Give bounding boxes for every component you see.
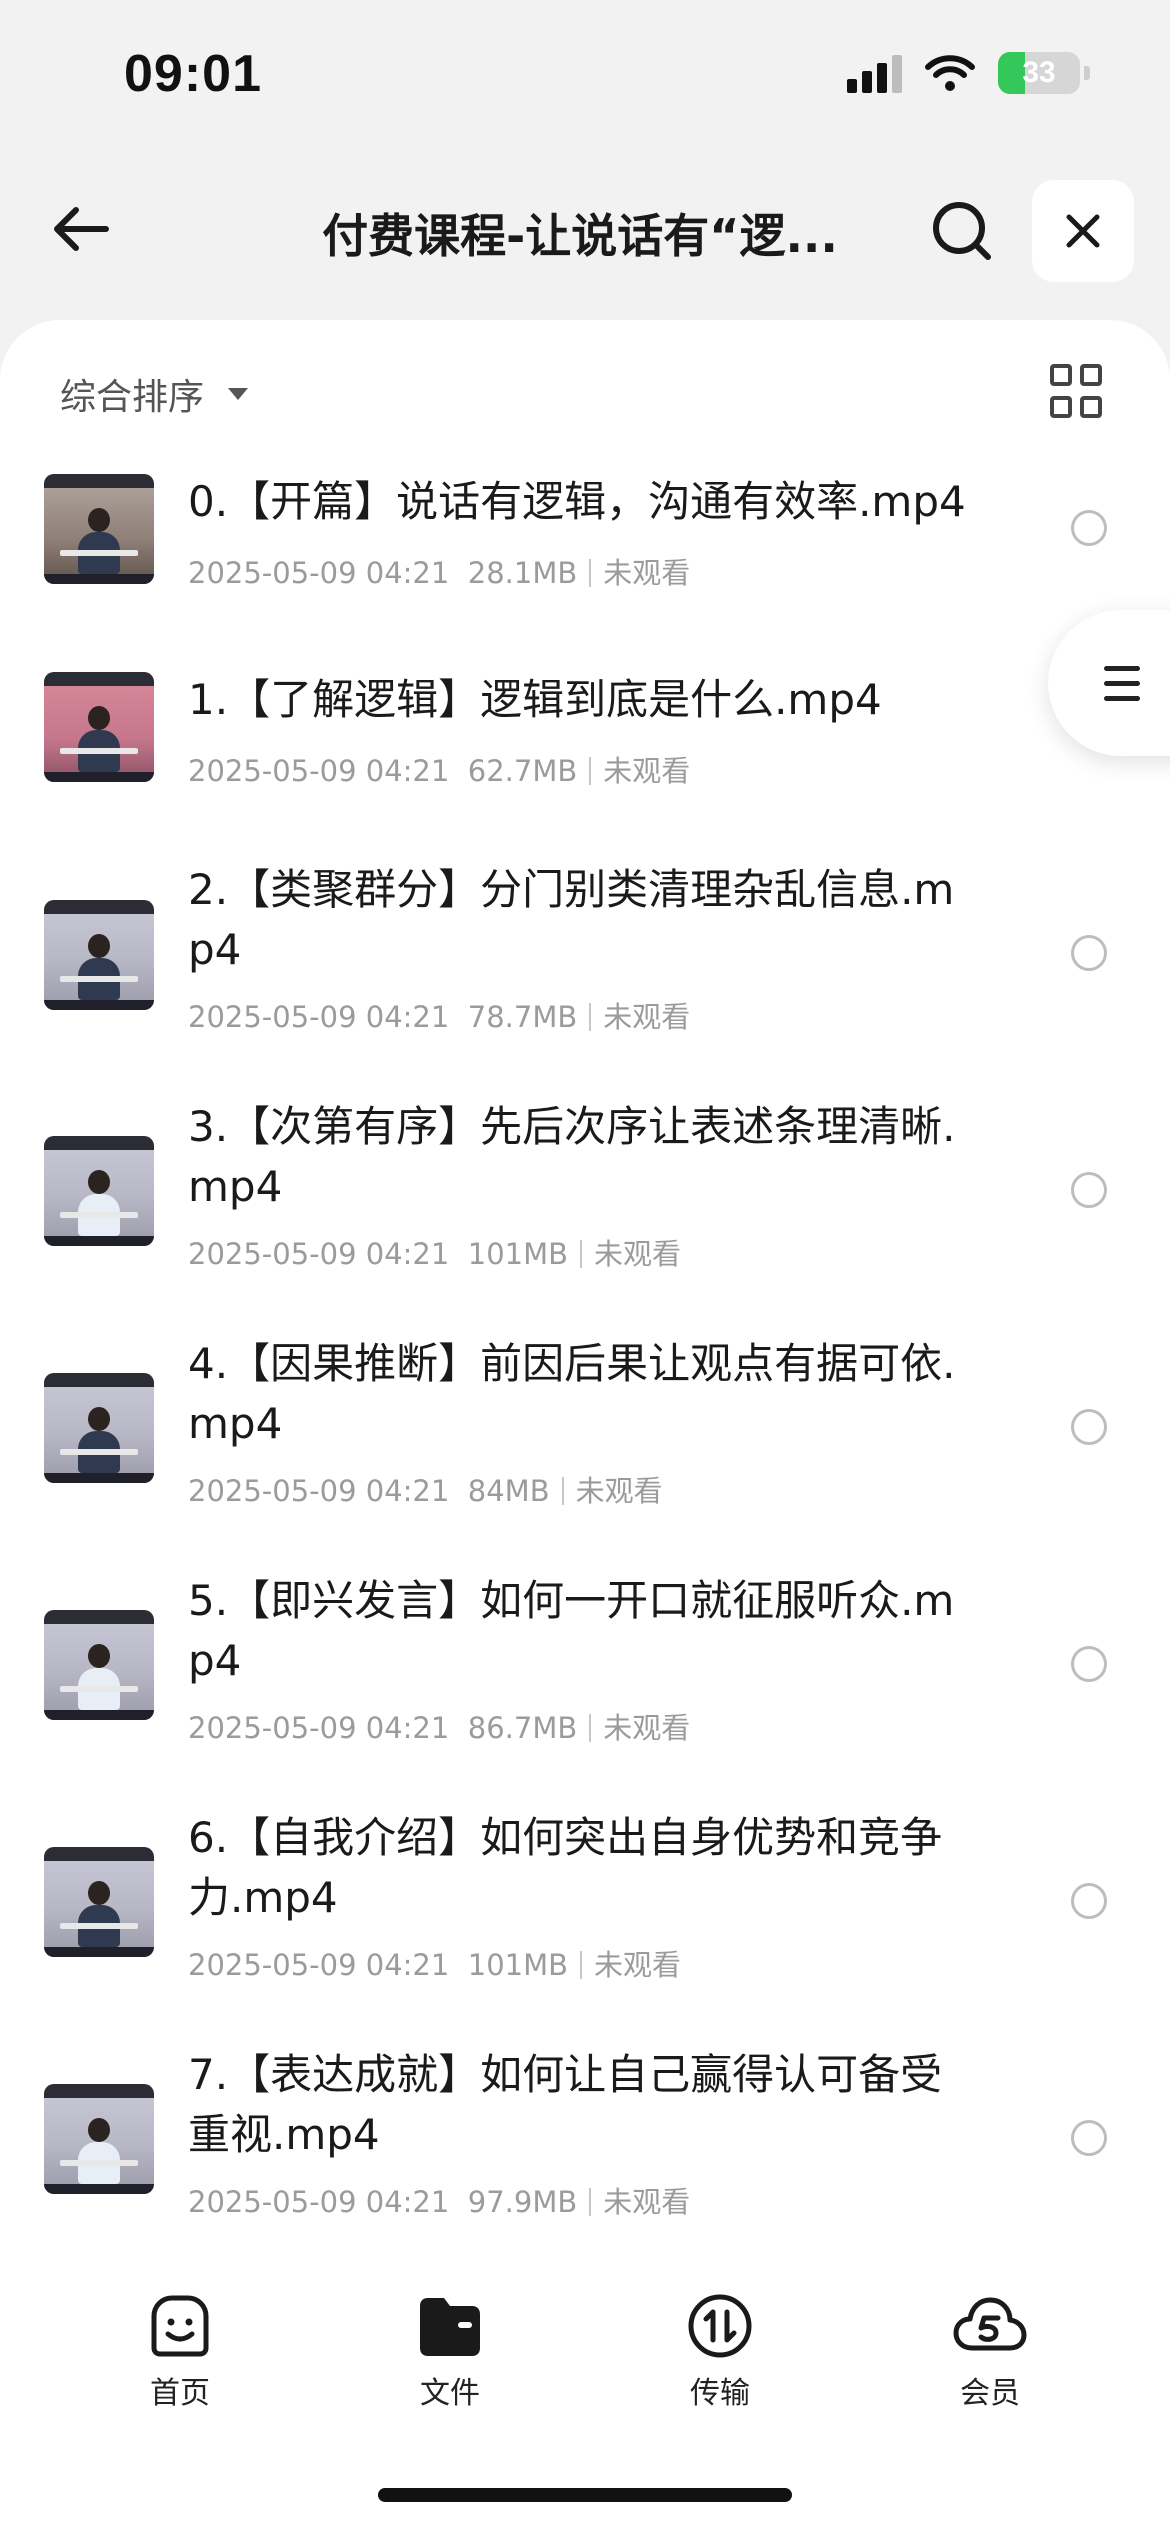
select-radio[interactable] (1071, 1172, 1107, 1208)
smiley-home-icon (151, 2295, 209, 2357)
sort-dropdown[interactable]: 综合排序 (60, 368, 249, 420)
status-time: 09:01 (124, 45, 262, 103)
video-thumbnail (44, 1610, 154, 1720)
file-meta: 2025-05-09 04:21 62.7MB 未观看 (188, 748, 690, 790)
video-thumbnail (44, 2084, 154, 2194)
tab-transfer[interactable]: 传输 (645, 2292, 795, 2412)
file-date: 2025-05-09 04:21 (188, 754, 450, 788)
select-radio[interactable] (1071, 2120, 1107, 2156)
select-radio[interactable] (1071, 1409, 1107, 1445)
video-thumbnail (44, 672, 154, 782)
file-date: 2025-05-09 04:21 (188, 1474, 450, 1508)
file-date: 2025-05-09 04:21 (188, 1237, 450, 1271)
watch-status: 未观看 (594, 1948, 682, 1982)
caret-down-icon (228, 388, 249, 400)
file-name: 1.【了解逻辑】逻辑到底是什么.mp4 (188, 675, 882, 724)
battery-charging-icon: 33 (998, 52, 1080, 94)
file-name: 4.【因果推断】前因后果让观点有据可依.mp4 (188, 1339, 956, 1448)
file-size: 86.7MB (467, 1711, 578, 1745)
transfer-icon (688, 2294, 752, 2358)
search-icon (933, 202, 991, 260)
video-thumbnail (44, 1136, 154, 1246)
tab-label: 文件 (420, 2376, 480, 2411)
status-icons: 33 (847, 52, 1090, 94)
file-date: 2025-05-09 04:21 (188, 556, 450, 590)
watch-status: 未观看 (575, 1474, 663, 1508)
file-size: 97.9MB (467, 2185, 578, 2219)
home-indicator[interactable] (378, 2488, 792, 2502)
file-date: 2025-05-09 04:21 (188, 1000, 450, 1034)
page-title: 付费课程-让说话有“逻... (322, 209, 838, 263)
file-meta: 2025-05-09 04:21 86.7MB 未观看 (188, 1705, 690, 1747)
video-thumbnail (44, 1847, 154, 1957)
sort-label: 综合排序 (60, 377, 205, 418)
file-meta: 2025-05-09 04:21 84MB 未观看 (188, 1468, 663, 1510)
select-radio[interactable] (1071, 510, 1107, 546)
close-icon (1066, 214, 1100, 248)
file-size: 28.1MB (467, 556, 578, 590)
back-button[interactable] (40, 194, 120, 264)
file-size: 101MB (467, 1237, 569, 1271)
grid-view-icon[interactable] (1050, 364, 1106, 420)
tab-files[interactable]: 文件 (375, 2292, 525, 2412)
file-name: 2.【类聚群分】分门别类清理杂乱信息.mp4 (188, 865, 955, 974)
video-thumbnail (44, 474, 154, 584)
file-name: 6.【自我介绍】如何突出自身优势和竞争力.mp4 (188, 1813, 943, 1922)
file-date: 2025-05-09 04:21 (188, 1711, 450, 1745)
file-meta: 2025-05-09 04:21 78.7MB 未观看 (188, 994, 690, 1036)
watch-status: 未观看 (603, 754, 691, 788)
watch-status: 未观看 (594, 1237, 682, 1271)
battery-tip (1084, 66, 1090, 80)
tab-label: 首页 (150, 2376, 210, 2411)
back-arrow-icon (54, 207, 109, 251)
file-meta: 2025-05-09 04:21 101MB 未观看 (188, 1942, 681, 1984)
file-size: 84MB (467, 1474, 550, 1508)
header: 付费课程-让说话有“逻... (0, 170, 1170, 290)
file-name: 5.【即兴发言】如何一开口就征服听众.mp4 (188, 1576, 955, 1685)
file-name: 3.【次第有序】先后次序让表述条理清晰.mp4 (188, 1102, 956, 1211)
video-thumbnail (44, 900, 154, 1010)
battery-fill (998, 52, 1026, 94)
watch-status: 未观看 (603, 1000, 691, 1034)
file-name: 0.【开篇】说话有逻辑，沟通有效率.mp4 (188, 477, 966, 526)
file-date: 2025-05-09 04:21 (188, 2185, 450, 2219)
tab-home[interactable]: 首页 (105, 2292, 255, 2412)
menu-lines-icon (1104, 665, 1140, 701)
file-size: 62.7MB (467, 754, 578, 788)
search-button[interactable] (924, 196, 1000, 266)
watch-status: 未观看 (603, 1711, 691, 1745)
wifi-icon (925, 55, 975, 91)
file-meta: 2025-05-09 04:21 28.1MB 未观看 (188, 550, 690, 592)
status-bar: 09:01 33 (0, 0, 1170, 150)
watch-status: 未观看 (603, 2185, 691, 2219)
select-radio[interactable] (1071, 1646, 1107, 1682)
folder-icon (420, 2298, 480, 2356)
cloud-vip-icon (953, 2297, 1027, 2351)
file-list-sheet: 综合排序 0.【开篇】说话有逻辑，沟通有效率.mp4 2025-05-09 04… (0, 320, 1170, 2532)
tab-label: 会员 (960, 2376, 1020, 2411)
watch-status: 未观看 (603, 556, 691, 590)
tab-vip[interactable]: 会员 (915, 2292, 1065, 2412)
file-name: 7.【表达成就】如何让自己赢得认可备受重视.mp4 (188, 2050, 943, 2159)
file-size: 101MB (467, 1948, 569, 1982)
select-radio[interactable] (1071, 1883, 1107, 1919)
tab-label: 传输 (690, 2376, 750, 2411)
close-button[interactable] (1032, 180, 1134, 282)
file-meta: 2025-05-09 04:21 97.9MB 未观看 (188, 2179, 690, 2221)
cellular-signal-icon (847, 53, 902, 93)
file-date: 2025-05-09 04:21 (188, 1948, 450, 1982)
file-size: 78.7MB (467, 1000, 578, 1034)
select-radio[interactable] (1071, 935, 1107, 971)
battery-level: 33 (1022, 56, 1056, 89)
video-thumbnail (44, 1373, 154, 1483)
file-meta: 2025-05-09 04:21 101MB 未观看 (188, 1231, 681, 1273)
